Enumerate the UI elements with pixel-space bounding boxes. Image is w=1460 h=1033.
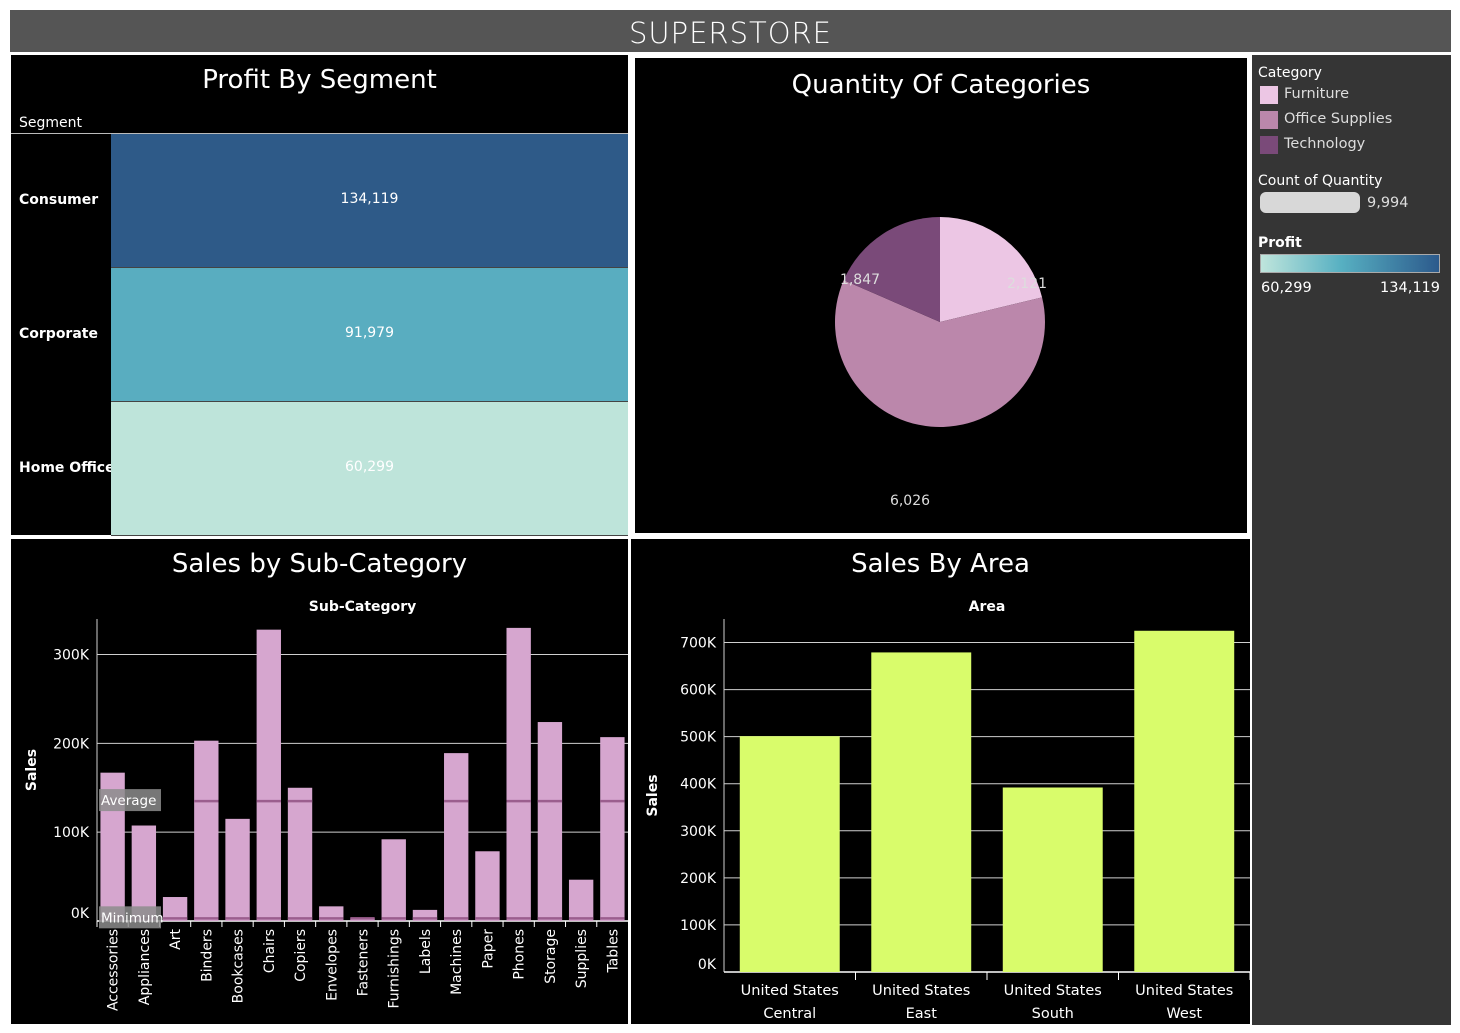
profit-legend-min: 60,299 — [1261, 280, 1312, 296]
legend-item-label: Office Supplies — [1284, 111, 1393, 127]
y-tick-label: 400K — [680, 777, 717, 793]
profit-gradient-bar — [1260, 254, 1440, 273]
y-axis-title: Sales — [24, 749, 40, 791]
x-tick-label: Phones — [512, 929, 528, 980]
segment-label-corporate: Corporate — [19, 326, 98, 342]
profit-legend-title: Profit — [1258, 235, 1302, 251]
profit-legend-max: 134,119 — [1380, 280, 1440, 296]
dashboard-title: SUPERSTORE — [10, 10, 1451, 52]
x-tick-label: United States — [872, 983, 970, 999]
bar-copiers[interactable] — [287, 787, 313, 921]
reference-label-average: Average — [101, 793, 156, 809]
x-axis-title: Sub-Category — [309, 599, 416, 615]
x-tick-label: Fasteners — [356, 929, 372, 996]
bar-binders[interactable] — [194, 740, 219, 921]
y-tick-label: 100K — [680, 918, 717, 934]
bar-storage[interactable] — [537, 722, 563, 921]
count-legend-bar — [1260, 192, 1360, 213]
y-tick-label: 200K — [680, 871, 717, 887]
count-legend-value: 9,994 — [1367, 195, 1409, 211]
segment-cell-corporate[interactable]: 91,979 — [111, 268, 628, 402]
category-pie-chart: 2,121 6,026 1,847 — [835, 217, 1047, 509]
pie-value-label: 1,847 — [840, 272, 880, 288]
x-tick-label: Central — [763, 1006, 816, 1022]
segment-label-consumer: Consumer — [19, 192, 99, 208]
y-tick-label: 300K — [53, 648, 90, 664]
y-axis-title: Sales — [645, 774, 661, 816]
bar-united-states-west[interactable] — [1134, 630, 1235, 972]
x-tick-label: Machines — [449, 929, 465, 995]
segment-profit-value: 91,979 — [345, 325, 394, 341]
x-tick-label: Chairs — [262, 929, 278, 973]
bar-bookcases[interactable] — [225, 818, 250, 921]
pie-value-label: 6,026 — [890, 493, 930, 509]
x-tick-label: Copiers — [293, 929, 309, 982]
x-tick-label: United States — [741, 983, 839, 999]
x-tick-label: Binders — [199, 929, 215, 982]
segment-profit-value: 60,299 — [345, 459, 394, 475]
y-tick-label: 700K — [680, 636, 717, 652]
sales-by-subcategory-panel: Sales by Sub-Category Sub-Category Sales 0… — [11, 539, 628, 1024]
technology-swatch — [1260, 136, 1278, 154]
bar-united-states-south[interactable] — [1002, 787, 1103, 972]
y-tick-label: 300K — [680, 824, 717, 840]
count-legend-title: Count of Quantity — [1258, 173, 1383, 189]
y-tick-label: 200K — [53, 736, 90, 752]
legend-item-label: Technology — [1284, 136, 1366, 152]
x-tick-label: Accessories — [106, 929, 122, 1011]
y-tick-label: 0K — [698, 957, 717, 973]
x-tick-label: Labels — [418, 929, 434, 974]
y-tick-label: 100K — [53, 825, 90, 841]
category-legend-title: Category — [1258, 65, 1322, 81]
segment-column-header: Segment — [19, 115, 82, 131]
segment-profit-value: 134,119 — [340, 191, 399, 207]
furniture-swatch — [1260, 86, 1278, 104]
segment-label-home-office: Home Office — [19, 460, 115, 476]
bar-machines[interactable] — [444, 753, 469, 921]
y-tick-label: 500K — [680, 730, 717, 746]
x-tick-label: Supplies — [574, 929, 590, 988]
x-tick-label: Bookcases — [231, 929, 247, 1003]
bar-phones[interactable] — [506, 627, 531, 921]
subcategory-bar-chart: Sub-Category Sales 0K 100K 200K 300K Accessori… — [24, 599, 628, 1011]
area-bar-chart: Area Sales 0K 100K 200K 300K 400K 500K 600K 700K U… — [645, 599, 1250, 1022]
bar-paper[interactable] — [475, 851, 500, 921]
bar-chairs[interactable] — [256, 629, 281, 921]
bar-united-states-central[interactable] — [739, 736, 840, 972]
y-tick-label: 0K — [71, 906, 90, 922]
bar-tables[interactable] — [600, 737, 625, 921]
bar-furnishings[interactable] — [381, 839, 406, 921]
legend-item-label: Furniture — [1284, 86, 1350, 102]
segment-cell-consumer[interactable]: 134,119 — [111, 134, 628, 268]
x-axis-title: Area — [969, 599, 1006, 615]
office-supplies-swatch — [1260, 111, 1278, 129]
x-tick-label: Paper — [480, 929, 496, 969]
x-tick-label: Furnishings — [387, 929, 403, 1009]
x-tick-label: East — [906, 1006, 938, 1022]
x-tick-label: United States — [1004, 983, 1102, 999]
x-tick-label: West — [1166, 1006, 1202, 1022]
x-tick-label: South — [1032, 1006, 1074, 1022]
quantity-of-categories-panel: Quantity Of Categories 2,121 6,026 1,847 — [635, 58, 1247, 533]
x-tick-label: Appliances — [137, 929, 153, 1005]
profit-by-segment-panel: Profit By Segment Segment Consumer 134,11… — [11, 55, 628, 536]
legend-sidebar: Category Furniture Office Supplies Techn… — [1252, 55, 1451, 1025]
reference-label-minimum: Minimum — [101, 910, 164, 926]
bar-united-states-east[interactable] — [871, 652, 972, 972]
segment-cell-home-office[interactable]: 60,299 — [111, 402, 628, 536]
x-tick-label: Storage — [543, 929, 559, 984]
x-tick-label: Envelopes — [324, 929, 340, 1001]
y-tick-label: 600K — [680, 683, 717, 699]
pie-value-label: 2,121 — [1007, 276, 1047, 292]
sales-by-area-panel: Sales By Area Area Sales 0K 100K 200K 300K 400… — [631, 539, 1250, 1024]
x-tick-label: United States — [1135, 983, 1233, 999]
profit-by-segment-title: Profit By Segment — [202, 65, 437, 95]
x-tick-label: Art — [168, 928, 184, 949]
bar-supplies[interactable] — [568, 879, 594, 921]
x-tick-label: Tables — [605, 929, 621, 974]
